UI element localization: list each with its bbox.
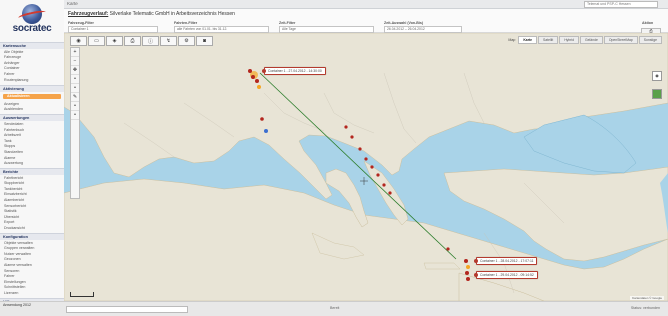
print-icon[interactable]: ⎙	[124, 36, 141, 46]
route-point	[257, 85, 261, 89]
zoom-control: + − ✥ • • ✎ • •	[70, 47, 80, 199]
nav-item[interactable]: Lizenzen	[0, 290, 64, 296]
route-point	[464, 259, 468, 263]
map-scale	[70, 292, 94, 297]
sidebar: socratec Kartensuche Alle Objekte Fahrzeug…	[0, 0, 65, 315]
route-point	[350, 135, 354, 139]
track-popup-start[interactable]: Container 1 - 27.04.2012 - 14:30:00	[262, 67, 326, 75]
nav-section-title[interactable]: Aktivierung	[0, 84, 64, 92]
measure-icon[interactable]: ✎	[71, 93, 79, 102]
overview-map-icon[interactable]	[652, 89, 662, 99]
nav-item[interactable]: Auswertung	[0, 161, 64, 167]
route-point	[466, 265, 470, 269]
page-title-prefix: Fahrzeugverlauf:	[68, 11, 109, 17]
date-range-filter: Zeit-Auswahl (Von-Bis) 26.04.2012 – 26.0…	[384, 21, 462, 33]
car-icon[interactable]: ▭	[88, 36, 105, 46]
zoom-out-button[interactable]: −	[71, 57, 79, 66]
vehicle-filter-select[interactable]: Container 1	[68, 26, 158, 33]
eye-icon[interactable]: ◉	[652, 71, 662, 81]
layer-hybrid[interactable]: Hybrid	[559, 36, 580, 44]
camera-icon[interactable]: ◙	[196, 36, 213, 46]
actions: Aktion ⎙	[641, 21, 662, 36]
vehicle-filter: Fahrzeug-Filter Container 1	[68, 21, 158, 33]
time-filter-label: Zeit-Filter	[279, 21, 296, 25]
route-point	[364, 157, 368, 161]
nav-highlight-button[interactable]: Aktualisieren	[3, 93, 61, 100]
route-point	[344, 125, 348, 129]
route-point	[466, 277, 470, 281]
track-popup-middle[interactable]: Container 1 - 28.04.2012 - 17:07:11	[473, 257, 538, 265]
footer-connection: Status: verbunden	[630, 306, 660, 310]
track-popup-end[interactable]: Container 1 - 29.04.2012 - 09:14:52	[474, 271, 538, 279]
trip-filter-select[interactable]: alle Fahrten von 01.01. bis 31.12.	[174, 26, 269, 33]
route-point	[251, 75, 255, 79]
time-filter: Zeit-Filter Alle Tage	[279, 21, 374, 33]
map-view[interactable]: ◉ ▭ ◈ ⎙ ⓘ ↯ ⚙ ◙ + − ✥ • • ✎ • • Map Kart…	[64, 33, 668, 301]
nav-item[interactable]: Routenplanung	[0, 77, 64, 83]
zoom-level-marker[interactable]: •	[71, 102, 79, 111]
layer-terrain[interactable]: Gelände	[580, 36, 603, 44]
route-point	[446, 247, 450, 251]
nav-section-title[interactable]: Konfiguration	[0, 233, 64, 241]
route-point	[382, 183, 386, 187]
footer-left-text: Anwendung 2012	[3, 303, 31, 307]
breadcrumb[interactable]: Karte	[67, 1, 78, 6]
layer-map[interactable]: Karte	[518, 36, 538, 44]
gear-icon[interactable]: ⚙	[178, 36, 195, 46]
actions-label: Aktion	[642, 21, 654, 25]
zoom-level-marker[interactable]: •	[71, 111, 79, 120]
pan-icon[interactable]: ✥	[71, 66, 79, 75]
nav-item[interactable]: Druckansicht	[0, 225, 64, 231]
nav-item[interactable]: Ausblenden	[0, 107, 64, 113]
date-range-input[interactable]: 26.04.2012 – 26.04.2012	[384, 26, 462, 33]
globe-icon[interactable]: ◉	[70, 36, 87, 46]
route-point	[465, 271, 469, 275]
route-icon[interactable]: ↯	[160, 36, 177, 46]
user-selector[interactable]: Telemat und PSP-C Hessen	[584, 1, 658, 8]
layer-other[interactable]: Sonstige	[638, 36, 662, 44]
map-toolbar: ◉ ▭ ◈ ⎙ ⓘ ↯ ⚙ ◙	[70, 36, 213, 46]
crete-island	[423, 262, 461, 270]
page-header: Fahrzeugverlauf: Silverlake Telematic Gm…	[64, 9, 668, 36]
globe-logo-icon	[22, 4, 42, 24]
socratec-logo[interactable]: socratec	[8, 4, 56, 38]
route-point	[370, 165, 374, 169]
nav-section-title[interactable]: Auswertungen	[0, 114, 64, 122]
page-title-text: Silverlake Telematic GmbH in Arbeitsverz…	[108, 11, 235, 17]
trip-filter-label: Fahrten-Filter	[174, 21, 198, 25]
right-map-controls: ◉	[652, 71, 662, 107]
route-point	[388, 191, 392, 195]
route-point	[376, 173, 380, 177]
page-title: Fahrzeugverlauf: Silverlake Telematic Gm…	[68, 11, 235, 17]
zoom-slider-track[interactable]: •	[71, 84, 79, 93]
trip-filter: Fahrten-Filter alle Fahrten von 01.01. b…	[174, 21, 269, 33]
layer-satellite[interactable]: Satellit	[538, 36, 559, 44]
route-point	[260, 117, 264, 121]
route-point	[358, 147, 362, 151]
top-bar: Karte Telemat und PSP-C Hessen	[64, 0, 668, 9]
nav-section-title[interactable]: Berichte	[0, 168, 64, 176]
footer-input[interactable]	[66, 306, 188, 313]
sidebar-nav: Kartensuche Alle Objekte Fahrzeuge Anhänger…	[0, 40, 64, 316]
layers-icon[interactable]: ◈	[106, 36, 123, 46]
location-marker	[264, 129, 268, 133]
map-type-label: Map	[508, 38, 516, 42]
zoom-in-button[interactable]: +	[71, 48, 79, 57]
footer-status: Bereit	[330, 306, 340, 310]
map-attribution[interactable]: Kartendaten © Google	[630, 296, 664, 300]
route-point	[255, 79, 259, 83]
map-type-selector: Map Karte Satellit Hybrid Gelände OpenSt…	[508, 36, 662, 44]
logo-text: socratec	[12, 23, 52, 34]
map-canvas[interactable]	[64, 33, 668, 301]
time-filter-select[interactable]: Alle Tage	[279, 26, 374, 33]
route-point	[248, 69, 252, 73]
zoom-slider-handle[interactable]: •	[71, 75, 79, 84]
layer-osm[interactable]: OpenStreetMap	[603, 36, 638, 44]
date-range-label: Zeit-Auswahl (Von-Bis)	[384, 21, 424, 25]
vehicle-filter-label: Fahrzeug-Filter	[68, 21, 94, 25]
info-icon[interactable]: ⓘ	[142, 36, 159, 46]
nav-section-title[interactable]: Kartensuche	[0, 42, 64, 49]
footer: Anwendung 2012 Bereit Status: verbunden	[0, 301, 668, 316]
